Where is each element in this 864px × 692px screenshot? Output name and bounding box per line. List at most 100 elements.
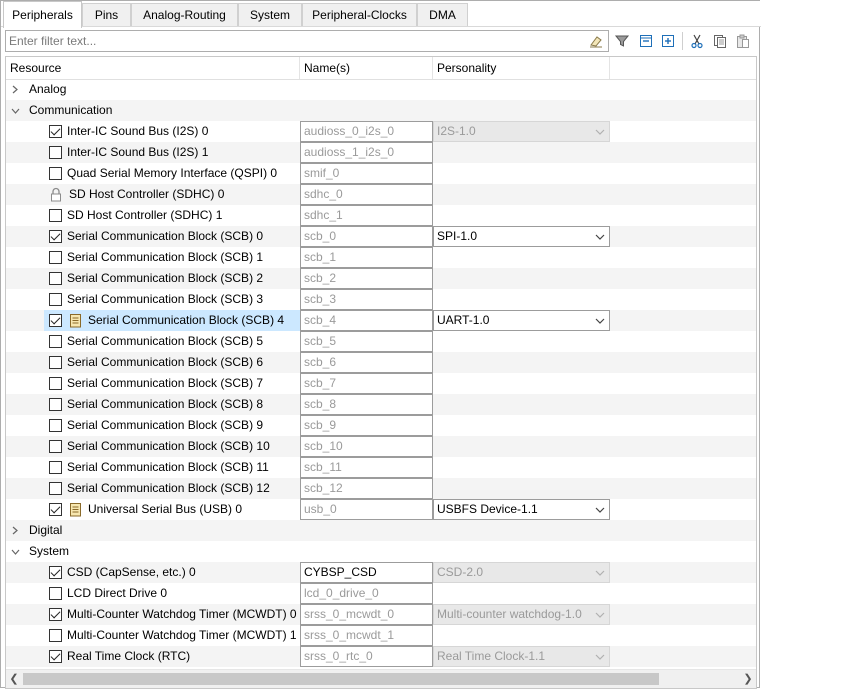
scrollbar-thumb[interactable] <box>23 673 659 685</box>
name-field[interactable]: scb_2 <box>300 268 433 289</box>
column-header-resource[interactable]: Resource <box>6 57 300 79</box>
resource-row[interactable]: Serial Communication Block (SCB) 7 scb_7 <box>6 373 756 394</box>
resource-row[interactable]: Universal Serial Bus (USB) 0 usb_0 USBFS D… <box>6 499 756 520</box>
enable-checkbox[interactable] <box>49 650 62 663</box>
enable-checkbox[interactable] <box>49 251 62 264</box>
name-field[interactable]: scb_11 <box>300 457 433 478</box>
name-field[interactable]: srss_0_mcwdt_1 <box>300 625 433 646</box>
enable-checkbox[interactable] <box>49 356 62 369</box>
enable-checkbox[interactable] <box>49 587 62 600</box>
resource-row[interactable]: Real Time Clock (RTC) srss_0_rtc_0 Real Ti… <box>6 646 756 667</box>
enable-checkbox[interactable] <box>49 461 62 474</box>
name-field[interactable]: srss_0_rtc_0 <box>300 646 433 667</box>
resource-row[interactable]: SD Host Controller (SDHC) 0 sdhc_0 <box>6 184 756 205</box>
tab-dma[interactable]: DMA <box>417 3 468 26</box>
chevron-right-icon[interactable] <box>8 520 22 541</box>
resource-row[interactable]: SD Host Controller (SDHC) 1 sdhc_1 <box>6 205 756 226</box>
enable-checkbox[interactable] <box>49 272 62 285</box>
column-header-personality[interactable]: Personality <box>433 57 610 79</box>
enable-checkbox[interactable] <box>49 314 62 327</box>
enable-checkbox[interactable] <box>49 167 62 180</box>
resource-row[interactable]: Serial Communication Block (SCB) 9 scb_9 <box>6 415 756 436</box>
enable-checkbox[interactable] <box>49 440 62 453</box>
name-field[interactable]: sdhc_0 <box>300 184 433 205</box>
category-row-analog[interactable]: Analog <box>6 79 756 100</box>
resource-row[interactable]: Inter-IC Sound Bus (I2S) 0 audioss_0_i2s_… <box>6 121 756 142</box>
enable-checkbox[interactable] <box>49 482 62 495</box>
tab-peripheral-clocks[interactable]: Peripheral-Clocks <box>302 3 417 26</box>
resource-row[interactable]: Serial Communication Block (SCB) 12 scb_1… <box>6 478 756 499</box>
enable-checkbox[interactable] <box>49 419 62 432</box>
filter-input[interactable] <box>6 31 582 51</box>
enable-checkbox[interactable] <box>49 503 62 516</box>
name-field[interactable]: srss_0_mcwdt_0 <box>300 604 433 625</box>
chevron-down-icon[interactable] <box>8 100 22 121</box>
category-row-communication[interactable]: Communication <box>6 100 756 121</box>
clear-filter-icon[interactable] <box>588 33 604 52</box>
resource-row[interactable]: CSD (CapSense, etc.) 0 CYBSP_CSD CSD-2.0 <box>6 562 756 583</box>
enable-checkbox[interactable] <box>49 566 62 579</box>
resource-row[interactable]: Serial Communication Block (SCB) 0 scb_0 S… <box>6 226 756 247</box>
paste-icon[interactable] <box>734 32 752 50</box>
resource-row[interactable]: Serial Communication Block (SCB) 3 scb_3 <box>6 289 756 310</box>
name-field[interactable]: scb_10 <box>300 436 433 457</box>
expand-all-icon[interactable] <box>659 32 677 50</box>
name-field[interactable]: CYBSP_CSD <box>300 562 433 583</box>
name-field[interactable]: audioss_1_i2s_0 <box>300 142 433 163</box>
name-field[interactable]: scb_12 <box>300 478 433 499</box>
personality-select[interactable]: UART-1.0 <box>433 310 610 331</box>
category-row-digital[interactable]: Digital <box>6 520 756 541</box>
column-header-names[interactable]: Name(s) <box>300 57 433 79</box>
enable-checkbox[interactable] <box>49 230 62 243</box>
scroll-right-icon[interactable]: ❯ <box>740 670 756 688</box>
name-field[interactable]: scb_8 <box>300 394 433 415</box>
name-field[interactable]: lcd_0_drive_0 <box>300 583 433 604</box>
resource-row[interactable]: Serial Communication Block (SCB) 6 scb_6 <box>6 352 756 373</box>
collapse-all-icon[interactable] <box>637 32 655 50</box>
document-icon[interactable] <box>69 502 82 517</box>
resource-row[interactable]: Serial Communication Block (SCB) 11 scb_1… <box>6 457 756 478</box>
name-field[interactable]: scb_7 <box>300 373 433 394</box>
enable-checkbox[interactable] <box>49 209 62 222</box>
enable-checkbox[interactable] <box>49 335 62 348</box>
tab-peripherals[interactable]: Peripherals <box>3 1 82 28</box>
name-field[interactable]: audioss_0_i2s_0 <box>300 121 433 142</box>
copy-icon[interactable] <box>711 32 729 50</box>
category-row-system[interactable]: System <box>6 541 756 562</box>
tab-analog-routing[interactable]: Analog-Routing <box>131 3 238 26</box>
name-field[interactable]: scb_6 <box>300 352 433 373</box>
name-field[interactable]: scb_3 <box>300 289 433 310</box>
name-field[interactable]: scb_5 <box>300 331 433 352</box>
resource-row[interactable]: Multi-Counter Watchdog Timer (MCWDT) 1 sr… <box>6 625 756 646</box>
chevron-down-icon[interactable] <box>8 541 22 562</box>
resource-row[interactable]: Serial Communication Block (SCB) 5 scb_5 <box>6 331 756 352</box>
resource-row[interactable]: Serial Communication Block (SCB) 4 scb_4 U… <box>6 310 756 331</box>
enable-checkbox[interactable] <box>49 125 62 138</box>
resource-row[interactable]: Quad Serial Memory Interface (QSPI) 0 smi… <box>6 163 756 184</box>
name-field[interactable]: smif_0 <box>300 163 433 184</box>
name-field[interactable]: scb_1 <box>300 247 433 268</box>
resource-row[interactable]: Multi-Counter Watchdog Timer (MCWDT) 0 sr… <box>6 604 756 625</box>
tab-pins[interactable]: Pins <box>82 3 131 26</box>
enable-checkbox[interactable] <box>49 146 62 159</box>
document-icon[interactable] <box>69 313 82 328</box>
horizontal-scrollbar[interactable]: ❮ ❯ <box>6 669 756 688</box>
filter-icon[interactable] <box>613 32 631 50</box>
name-field[interactable]: usb_0 <box>300 499 433 520</box>
resource-row[interactable]: Serial Communication Block (SCB) 2 scb_2 <box>6 268 756 289</box>
resource-row[interactable]: Serial Communication Block (SCB) 1 scb_1 <box>6 247 756 268</box>
resource-row[interactable]: Inter-IC Sound Bus (I2S) 1 audioss_1_i2s_… <box>6 142 756 163</box>
name-field[interactable]: scb_9 <box>300 415 433 436</box>
enable-checkbox[interactable] <box>49 398 62 411</box>
enable-checkbox[interactable] <box>49 608 62 621</box>
name-field[interactable]: sdhc_1 <box>300 205 433 226</box>
resource-row[interactable]: LCD Direct Drive 0 lcd_0_drive_0 <box>6 583 756 604</box>
name-field[interactable]: scb_0 <box>300 226 433 247</box>
tab-system[interactable]: System <box>238 3 302 26</box>
resource-row[interactable]: Serial Communication Block (SCB) 10 scb_1… <box>6 436 756 457</box>
enable-checkbox[interactable] <box>49 629 62 642</box>
personality-select[interactable]: SPI-1.0 <box>433 226 610 247</box>
scroll-left-icon[interactable]: ❮ <box>6 670 22 688</box>
resource-row[interactable]: Serial Communication Block (SCB) 8 scb_8 <box>6 394 756 415</box>
cut-icon[interactable] <box>688 32 706 50</box>
